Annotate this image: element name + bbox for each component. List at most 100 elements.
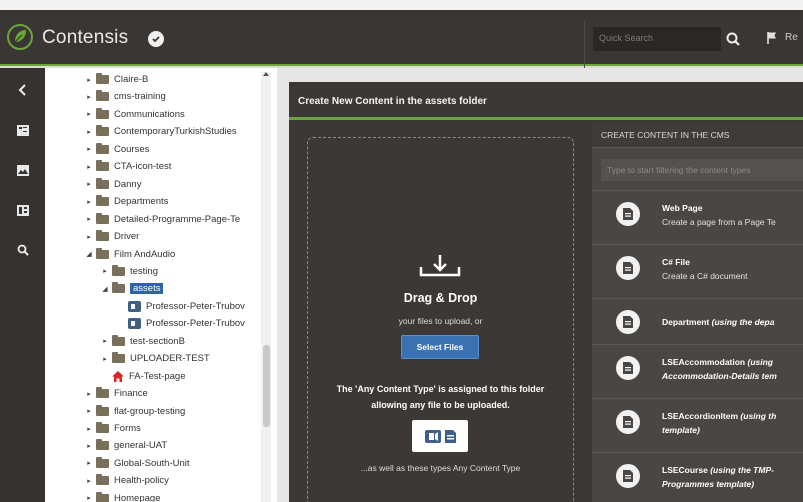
folder-icon: [96, 125, 109, 137]
browser-strip: [0, 0, 803, 10]
flag-icon[interactable]: [766, 31, 778, 45]
tree-item[interactable]: ▸ Departments: [85, 193, 168, 210]
tree-item[interactable]: ▸ Communications: [85, 106, 185, 123]
tree-item-label: Finance: [114, 388, 148, 400]
content-type-item[interactable]: Department (using the depa: [592, 298, 803, 344]
tree-caret-icon[interactable]: ◢: [101, 285, 109, 293]
content-type-title: LSECourse: [662, 465, 708, 475]
shield-check-icon[interactable]: [148, 31, 164, 47]
tree-item[interactable]: ▸ Global-South-Unit: [85, 455, 190, 472]
folder-icon: [96, 195, 109, 207]
content-type-name: LSECourse (using the TMP-: [662, 465, 774, 475]
tree-item[interactable]: FA-Test-page: [101, 368, 186, 385]
content-type-description: Create a page from a Page Te: [662, 217, 776, 227]
app-frame: Contensis Quick Search Re ▸ Claire-B ▸ cms-…: [0, 0, 803, 502]
select-files-button[interactable]: Select Files: [401, 335, 479, 359]
content-type-template-note: (using: [747, 357, 774, 367]
tree-caret-icon[interactable]: ▸: [85, 477, 93, 485]
tree-scrollbar[interactable]: [261, 72, 271, 502]
tree-caret-icon[interactable]: ▸: [85, 93, 93, 101]
tree-caret-icon[interactable]: ▸: [85, 163, 93, 171]
content-type-filter-input[interactable]: Type to start filtering the content type…: [601, 159, 803, 181]
tree-caret-icon[interactable]: ▸: [101, 355, 109, 363]
tree-scroll-thumb[interactable]: [263, 345, 270, 427]
folder-tree: ▸ Claire-B ▸ cms-training ▸ Communications ▸ Co…: [45, 68, 277, 502]
tree-caret-icon[interactable]: ▸: [85, 233, 93, 241]
search-icon[interactable]: [721, 27, 745, 51]
tree-item[interactable]: Professor-Peter-Trubov: [117, 315, 245, 332]
tree-item[interactable]: ▸ ContemporaryTurkishStudies: [85, 123, 237, 140]
tree-item[interactable]: ▸ Health-policy: [85, 472, 169, 489]
tree-item[interactable]: ◢ assets: [101, 280, 164, 297]
tree-caret-icon[interactable]: ▸: [85, 459, 93, 467]
tree-item[interactable]: ▸ Danny: [85, 176, 141, 193]
tree-item[interactable]: Professor-Peter-Trubov: [117, 298, 245, 315]
tree-caret-icon[interactable]: ▸: [85, 180, 93, 188]
search-icon[interactable]: [0, 230, 45, 270]
tree-caret-icon[interactable]: ▸: [85, 390, 93, 398]
tree-item[interactable]: ▸ Detailed-Programme-Page-Te: [85, 211, 240, 228]
tree-item[interactable]: ▸ Homepage: [85, 490, 160, 502]
tree-item[interactable]: ▸ Finance: [85, 385, 148, 402]
document-icon: [616, 310, 640, 334]
content-type-item[interactable]: C# File Create a C# document: [592, 244, 803, 290]
tree-caret-icon[interactable]: ▸: [85, 110, 93, 118]
tree-caret-icon[interactable]: ▸: [85, 145, 93, 153]
list-icon[interactable]: [0, 110, 45, 150]
content-type-title: Web Page: [662, 203, 703, 213]
content-type-name: C# File: [662, 257, 690, 267]
content-type-title: Department: [662, 317, 710, 327]
document-icon: [616, 356, 640, 380]
columns-icon[interactable]: [0, 190, 45, 230]
content-type-template-note: (using the depa: [711, 317, 775, 327]
tree-caret-icon[interactable]: ▸: [85, 215, 93, 223]
tree-item[interactable]: ▸ CTA-icon-test: [85, 158, 171, 175]
tree-item[interactable]: ▸ test-sectionB: [101, 333, 185, 350]
tree-caret-icon[interactable]: ▸: [85, 442, 93, 450]
tree-item-label: Courses: [114, 143, 150, 155]
tree-item[interactable]: ▸ Claire-B: [85, 71, 148, 88]
tree-caret-icon[interactable]: ▸: [85, 494, 93, 502]
tree-item-label: flat-group-testing: [114, 405, 186, 417]
tree-item[interactable]: ▸ Courses: [85, 141, 149, 158]
tree-caret-icon[interactable]: ▸: [101, 267, 109, 275]
flag-label[interactable]: Re: [785, 32, 798, 43]
leaf-logo-icon[interactable]: [7, 24, 33, 50]
content-type-item[interactable]: LSEAccommodation (using Accommodation-Det…: [592, 344, 803, 390]
content-type-template-note: (using the TMP-: [710, 465, 774, 475]
tree-caret-icon[interactable]: ▸: [85, 76, 93, 84]
tree-item[interactable]: ▸ Forms: [85, 420, 141, 437]
tree-item-label: Danny: [114, 178, 142, 190]
tree-caret-icon[interactable]: ▸: [85, 198, 93, 206]
content-type-name: LSEAccommodation (using: [662, 357, 773, 367]
content-type-item[interactable]: LSEAccordionItem (using th template): [592, 398, 803, 444]
document-icon: [616, 410, 640, 434]
quick-search-input[interactable]: Quick Search: [593, 27, 721, 51]
image-icon[interactable]: [0, 150, 45, 190]
tree-item[interactable]: ▸ Driver: [85, 228, 139, 245]
content-type-badge: [412, 420, 468, 452]
folder-icon: [112, 282, 125, 294]
tree-caret-icon[interactable]: ▸: [101, 337, 109, 345]
tree-item[interactable]: ▸ UPLOADER-TEST: [101, 350, 210, 367]
document-icon: [616, 464, 640, 488]
tree-item[interactable]: ◢ Film AndAudio: [85, 246, 175, 263]
tree-item[interactable]: ▸ general-UAT: [85, 437, 167, 454]
chevron-left-icon[interactable]: [0, 70, 45, 110]
tree-item[interactable]: ▸ cms-training: [85, 88, 166, 105]
content-type-item[interactable]: LSECourse (using the TMP- Programmes temp…: [592, 452, 803, 498]
tree-caret-icon[interactable]: ▸: [85, 425, 93, 433]
tree-item-label: Driver: [114, 231, 140, 243]
tree-caret-icon[interactable]: ▸: [85, 407, 93, 415]
tree-item[interactable]: ▸ flat-group-testing: [85, 403, 185, 420]
tree-scroll-up-arrow[interactable]: [263, 72, 269, 76]
folder-icon: [96, 212, 109, 224]
tree-caret-icon[interactable]: ▸: [85, 128, 93, 136]
tree-caret-icon[interactable]: ◢: [85, 250, 93, 258]
folder-icon: [96, 422, 109, 433]
brand-name[interactable]: Contensis: [42, 27, 128, 49]
tree-item-label: assets: [130, 283, 164, 295]
content-type-name: LSEAccordionItem (using th: [662, 411, 776, 421]
content-type-item[interactable]: Web Page Create a page from a Page Te: [592, 190, 803, 236]
tree-item[interactable]: ▸ testing: [101, 263, 158, 280]
